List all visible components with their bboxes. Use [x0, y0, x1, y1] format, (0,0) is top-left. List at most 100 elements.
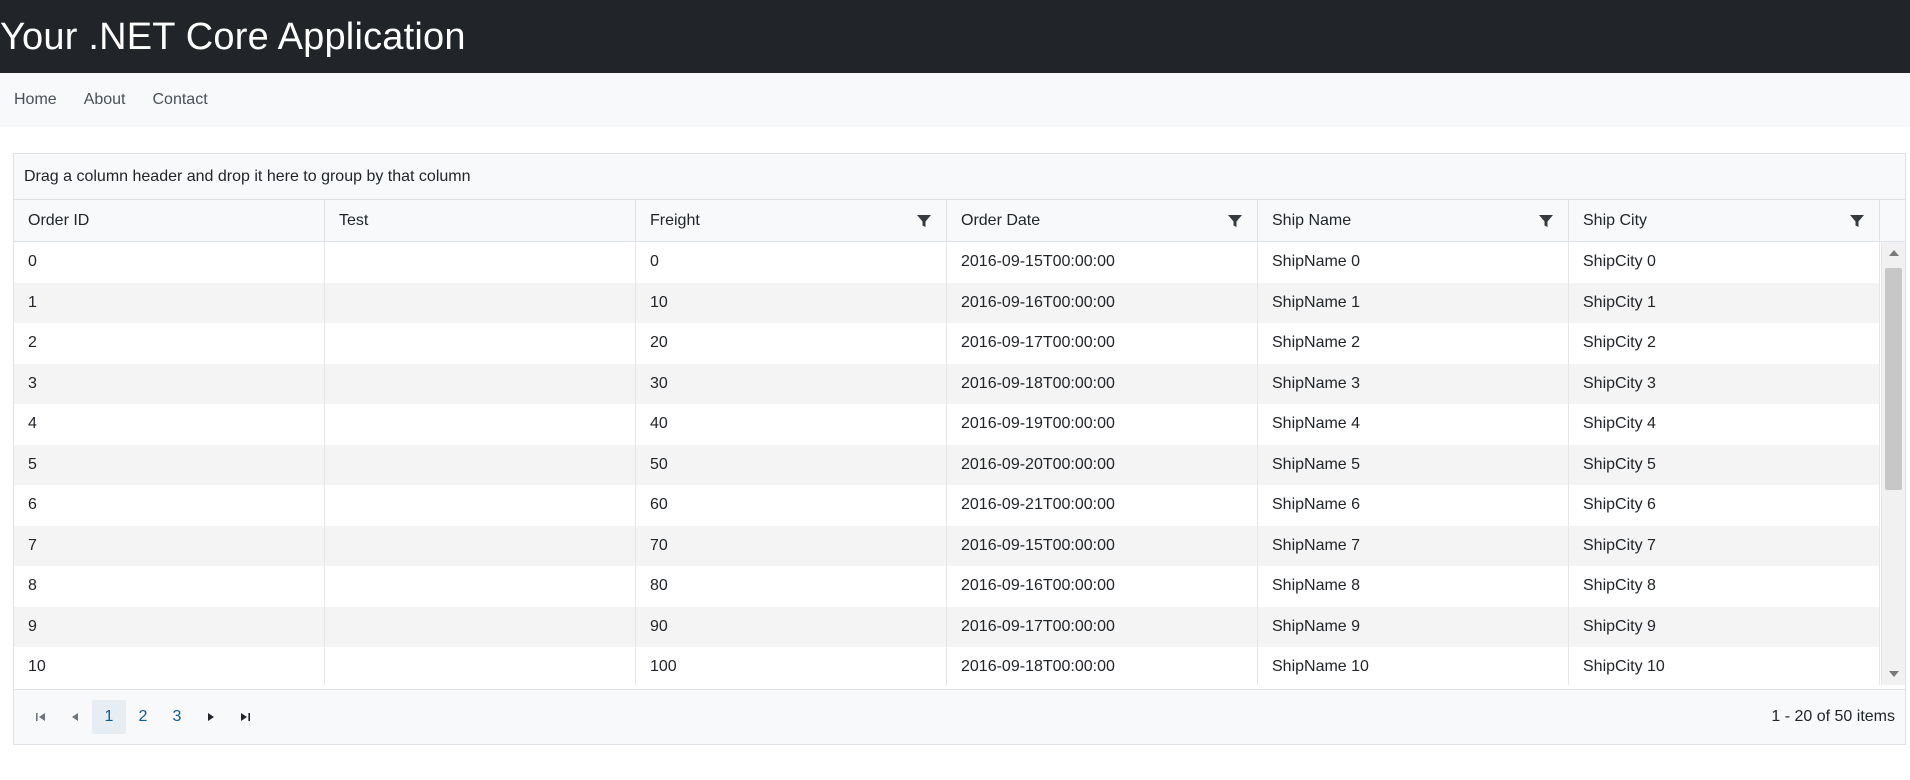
nav-home-link[interactable]: Home: [14, 91, 57, 109]
filter-icon[interactable]: [1538, 213, 1554, 229]
table-cell: 10: [14, 647, 325, 685]
table-cell: ShipCity 9: [1569, 606, 1880, 647]
table-cell: [325, 404, 636, 445]
filter-icon[interactable]: [1227, 213, 1243, 229]
table-cell: 9: [14, 606, 325, 647]
previous-page-button[interactable]: [58, 700, 92, 734]
table-row[interactable]: 7 70 2016-09-15T00:00:00 ShipName 7 ShipCity…: [14, 525, 1880, 566]
table-cell: 8: [14, 566, 325, 607]
first-page-icon: [36, 713, 45, 721]
page-button-2[interactable]: 2: [126, 700, 160, 734]
nav-contact-link[interactable]: Contact: [153, 91, 208, 109]
table-cell: [325, 566, 636, 607]
table-cell: ShipName 0: [1258, 242, 1569, 283]
table-cell: 2: [14, 323, 325, 364]
column-header-order-id[interactable]: Order ID: [14, 200, 325, 241]
table-row[interactable]: 2 20 2016-09-17T00:00:00 ShipName 2 ShipCity…: [14, 323, 1880, 364]
table-cell: 80: [636, 566, 947, 607]
pager: 1 2 3 1 - 20 of 50 items: [14, 689, 1905, 744]
column-title: Order ID: [28, 211, 90, 229]
table-row[interactable]: 10 100 2016-09-18T00:00:00 ShipName 10 ShipC…: [14, 647, 1880, 685]
filter-icon[interactable]: [1849, 213, 1865, 229]
table-cell: 2016-09-15T00:00:00: [947, 525, 1258, 566]
table-cell: ShipName 1: [1258, 282, 1569, 323]
table-cell: 6: [14, 485, 325, 526]
previous-page-icon: [72, 713, 78, 721]
table-cell: 1: [14, 282, 325, 323]
table-cell: 7: [14, 525, 325, 566]
table-cell: 100: [636, 647, 947, 685]
table-cell: 2016-09-18T00:00:00: [947, 363, 1258, 404]
pager-info: 1 - 20 of 50 items: [1771, 708, 1895, 725]
table-cell: [325, 485, 636, 526]
table-cell: [325, 242, 636, 283]
table-cell: ShipCity 0: [1569, 242, 1880, 283]
scroll-down-icon[interactable]: [1889, 671, 1899, 677]
page-button-1[interactable]: 1: [92, 700, 126, 734]
table-cell: ShipCity 2: [1569, 323, 1880, 364]
table-cell: ShipName 10: [1258, 647, 1569, 685]
column-title: Order Date: [961, 211, 1041, 229]
column-header-ship-city[interactable]: Ship City: [1569, 200, 1880, 241]
table-cell: 30: [636, 363, 947, 404]
table-cell: ShipName 5: [1258, 444, 1569, 485]
group-panel[interactable]: Drag a column header and drop it here to…: [14, 154, 1905, 200]
table-cell: 40: [636, 404, 947, 445]
table-cell: [325, 282, 636, 323]
column-title: Ship City: [1583, 211, 1648, 229]
column-header-freight[interactable]: Freight: [636, 200, 947, 241]
table-row[interactable]: 4 40 2016-09-19T00:00:00 ShipName 4 ShipCity…: [14, 404, 1880, 445]
next-page-button[interactable]: [194, 700, 228, 734]
table-cell: ShipName 2: [1258, 323, 1569, 364]
table-cell: 10: [636, 282, 947, 323]
table-cell: 2016-09-18T00:00:00: [947, 647, 1258, 685]
table-cell: 3: [14, 363, 325, 404]
scrollbar-thumb[interactable]: [1885, 268, 1902, 490]
data-grid: Drag a column header and drop it here to…: [13, 153, 1906, 745]
table-row[interactable]: 5 50 2016-09-20T00:00:00 ShipName 5 ShipCity…: [14, 444, 1880, 485]
table-cell: [325, 606, 636, 647]
filter-icon[interactable]: [916, 213, 932, 229]
table-cell: 2016-09-19T00:00:00: [947, 404, 1258, 445]
first-page-button[interactable]: [24, 700, 58, 734]
scroll-up-icon[interactable]: [1889, 250, 1899, 256]
table-cell: [325, 444, 636, 485]
table-cell: ShipCity 6: [1569, 485, 1880, 526]
table-cell: 2016-09-16T00:00:00: [947, 282, 1258, 323]
table-cell: 70: [636, 525, 947, 566]
nav-about-link[interactable]: About: [84, 91, 126, 109]
table-cell: [325, 647, 636, 685]
table-cell: [325, 525, 636, 566]
table-cell: 2016-09-21T00:00:00: [947, 485, 1258, 526]
table-cell: 2016-09-16T00:00:00: [947, 566, 1258, 607]
table-cell: 2016-09-17T00:00:00: [947, 323, 1258, 364]
table-row[interactable]: 0 0 2016-09-15T00:00:00 ShipName 0 ShipCity …: [14, 242, 1880, 283]
app-title: Your .NET Core Application: [0, 15, 466, 58]
table-cell: 0: [636, 242, 947, 283]
column-header-test[interactable]: Test: [325, 200, 636, 241]
last-page-icon: [241, 713, 250, 721]
table-row[interactable]: 6 60 2016-09-21T00:00:00 ShipName 6 ShipCity…: [14, 485, 1880, 526]
last-page-button[interactable]: [228, 700, 262, 734]
table-row[interactable]: 3 30 2016-09-18T00:00:00 ShipName 3 ShipCity…: [14, 363, 1880, 404]
column-title: Freight: [650, 211, 700, 229]
column-header-order-date[interactable]: Order Date: [947, 200, 1258, 241]
table-cell: ShipName 4: [1258, 404, 1569, 445]
table-cell: 4: [14, 404, 325, 445]
table-row[interactable]: 1 10 2016-09-16T00:00:00 ShipName 1 ShipCity…: [14, 282, 1880, 323]
page-button-3[interactable]: 3: [160, 700, 194, 734]
table-cell: 20: [636, 323, 947, 364]
table-cell: ShipCity 8: [1569, 566, 1880, 607]
table-cell: ShipName 8: [1258, 566, 1569, 607]
table-cell: 0: [14, 242, 325, 283]
column-header-ship-name[interactable]: Ship Name: [1258, 200, 1569, 241]
table-cell: ShipName 3: [1258, 363, 1569, 404]
table-row[interactable]: 9 90 2016-09-17T00:00:00 ShipName 9 ShipCity…: [14, 606, 1880, 647]
table-cell: 90: [636, 606, 947, 647]
table-row[interactable]: 8 80 2016-09-16T00:00:00 ShipName 8 ShipCity…: [14, 566, 1880, 607]
grid-header: Order ID Test Freight Order Date Ship Na…: [14, 200, 1905, 242]
grid-rows: 0 0 2016-09-15T00:00:00 ShipName 0 ShipCity …: [14, 242, 1880, 685]
table-cell: 5: [14, 444, 325, 485]
vertical-scrollbar[interactable]: [1881, 242, 1905, 685]
group-panel-text: Drag a column header and drop it here to…: [24, 167, 471, 185]
